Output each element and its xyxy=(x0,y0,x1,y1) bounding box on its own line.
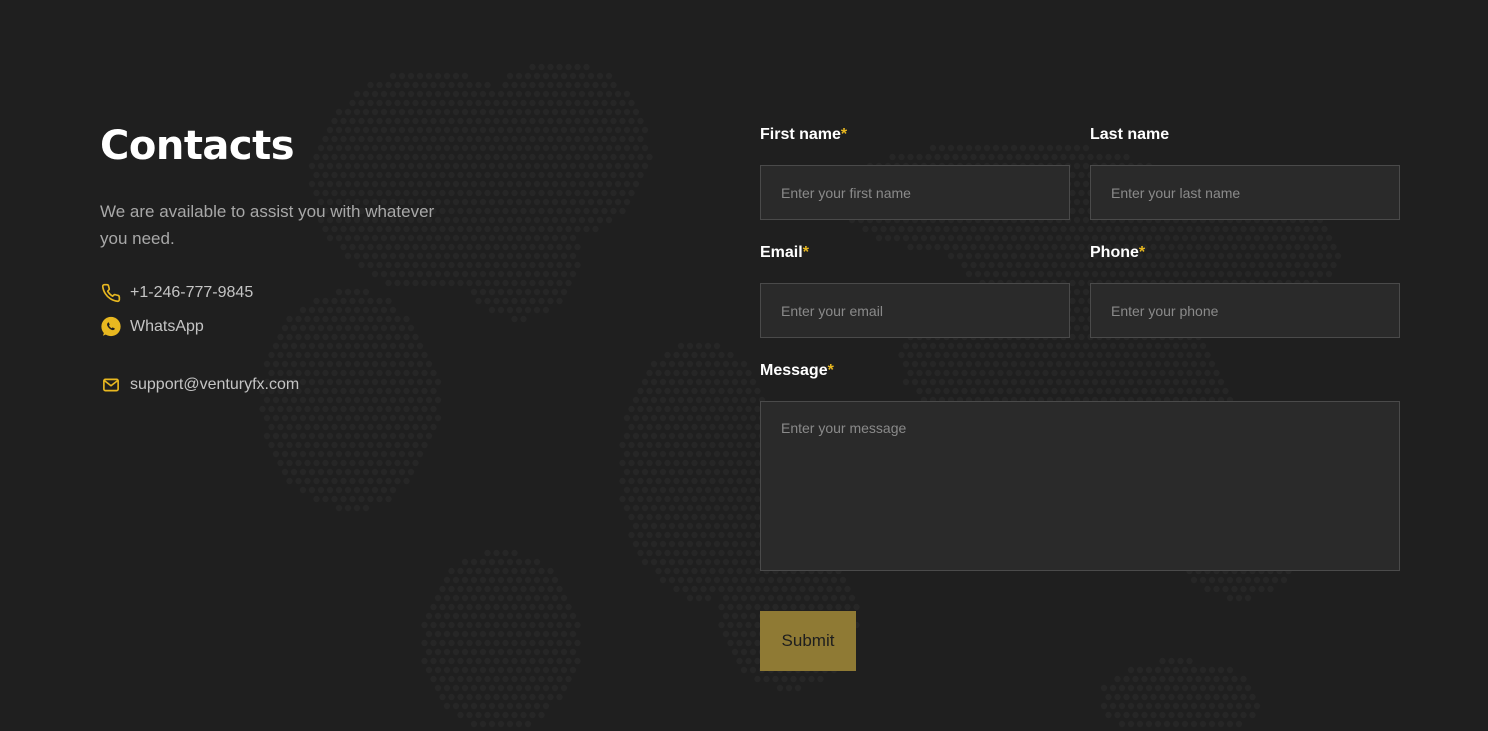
intro-text: We are available to assist you with what… xyxy=(100,202,435,248)
required-asterisk: * xyxy=(1138,244,1146,261)
message-label-text: Message xyxy=(760,362,828,379)
phone-label-text: Phone xyxy=(1090,244,1139,261)
first-name-label: First name* xyxy=(760,126,847,144)
whatsapp-contact[interactable]: WhatsApp xyxy=(100,316,204,338)
world-map-background xyxy=(259,63,1342,728)
whatsapp-icon xyxy=(100,316,122,338)
message-field[interactable]: Enter your message xyxy=(760,401,1400,571)
first-name-field[interactable]: Enter your first name xyxy=(760,165,1070,220)
phone-number[interactable]: +1-246-777-9845 xyxy=(130,284,253,302)
page-title: Contacts xyxy=(100,123,295,169)
required-asterisk: * xyxy=(840,126,848,143)
email-field[interactable]: Enter your email xyxy=(760,283,1070,338)
email-contact[interactable]: support@venturyfx.com xyxy=(100,374,299,396)
email-label: Email* xyxy=(760,244,809,262)
phone-icon xyxy=(100,282,122,304)
whatsapp-link[interactable]: WhatsApp xyxy=(130,318,204,336)
contacts-info: Contacts We are available to assist you … xyxy=(100,118,480,393)
required-asterisk: * xyxy=(802,244,809,261)
email-address[interactable]: support@venturyfx.com xyxy=(130,376,299,394)
last-name-field[interactable]: Enter your last name xyxy=(1090,165,1400,220)
submit-button[interactable]: Submit xyxy=(760,611,856,671)
email-label-text: Email xyxy=(760,244,803,261)
phone-contact[interactable]: +1-246-777-9845 xyxy=(100,282,253,304)
phone-label: Phone* xyxy=(1090,244,1145,262)
mail-icon xyxy=(100,374,122,396)
required-asterisk: * xyxy=(827,362,834,379)
first-name-label-text: First name xyxy=(760,126,841,143)
last-name-label: Last name xyxy=(1090,126,1170,143)
phone-field[interactable]: Enter your phone xyxy=(1090,283,1400,338)
contacts-section: Contacts We are available to assist you … xyxy=(0,0,1488,731)
message-label: Message* xyxy=(760,362,834,380)
